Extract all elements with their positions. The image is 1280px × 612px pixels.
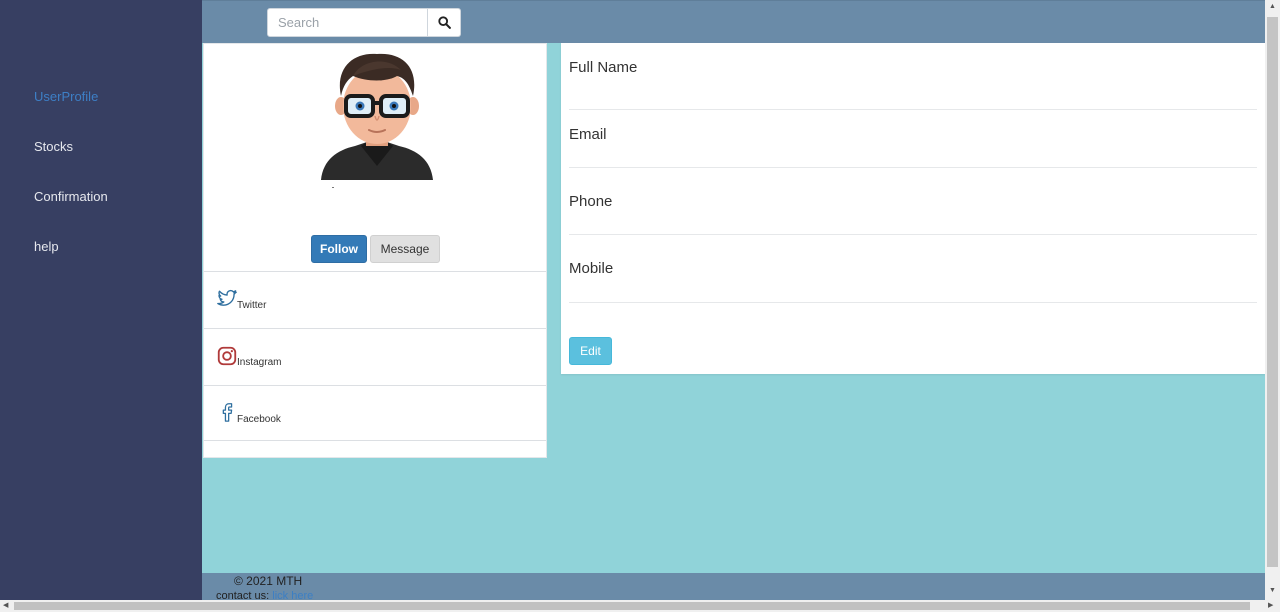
facebook-icon	[222, 403, 233, 422]
field-phone: Phone	[569, 168, 1257, 235]
instagram-icon	[217, 346, 237, 366]
edit-button[interactable]: Edit	[569, 337, 612, 365]
twitter-icon	[217, 289, 237, 306]
social-link-twitter[interactable]: Twitter	[204, 271, 546, 328]
scroll-down-icon[interactable]: ▼	[1269, 586, 1276, 596]
scroll-left-icon[interactable]: ◀	[3, 601, 8, 611]
search-icon	[437, 16, 451, 29]
horizontal-scrollbar-thumb[interactable]	[14, 602, 1250, 610]
field-label: Phone	[569, 193, 613, 210]
scroll-right-icon[interactable]: ▶	[1268, 601, 1273, 611]
social-link-facebook[interactable]: Facebook	[204, 385, 546, 441]
sidebar-item-stocks[interactable]: Stocks	[34, 139, 73, 154]
footer-copyright: © 2021 MTH	[234, 574, 303, 588]
scroll-up-icon[interactable]: ▲	[1269, 2, 1276, 12]
footer-contact: contact us: lick here	[216, 590, 313, 600]
vertical-scrollbar[interactable]: ▲ ▼	[1265, 0, 1280, 600]
contact-link[interactable]: lick here	[272, 590, 313, 600]
facebook-label: Facebook	[237, 414, 281, 425]
sidebar-item-userprofile[interactable]: UserProfile	[34, 89, 98, 104]
profile-card: Follow Message Twitter Instagram Faceboo…	[203, 43, 547, 458]
follow-button[interactable]: Follow	[311, 235, 367, 263]
field-mobile: Mobile	[569, 236, 1257, 303]
horizontal-scrollbar[interactable]: ◀ ▶	[0, 600, 1280, 612]
instagram-label: Instagram	[237, 357, 282, 368]
sidebar-item-confirmation[interactable]: Confirmation	[34, 189, 108, 204]
field-label: Mobile	[569, 260, 614, 277]
field-full-name: Full Name	[569, 43, 1257, 110]
footer: © 2021 MTH contact us: lick here	[202, 573, 1265, 600]
sidebar: UserProfile Stocks Confirmation help	[0, 0, 202, 600]
field-label: Email	[569, 126, 607, 143]
footer-contact-prefix: contact us:	[216, 590, 273, 600]
details-card: Full Name Email Phone Mobile Edit	[561, 43, 1265, 374]
profile-name-placeholder	[332, 187, 334, 188]
social-link-instagram[interactable]: Instagram	[204, 328, 546, 385]
message-button[interactable]: Message	[370, 235, 440, 263]
field-email: Email	[569, 101, 1257, 168]
search-button[interactable]	[428, 8, 461, 37]
sidebar-item-help[interactable]: help	[34, 239, 59, 254]
user-avatar	[321, 53, 433, 180]
twitter-label: Twitter	[237, 300, 267, 311]
vertical-scrollbar-thumb[interactable]	[1267, 17, 1278, 567]
top-bar	[202, 0, 1265, 43]
search-input[interactable]	[267, 8, 428, 37]
field-label: Full Name	[569, 59, 638, 76]
